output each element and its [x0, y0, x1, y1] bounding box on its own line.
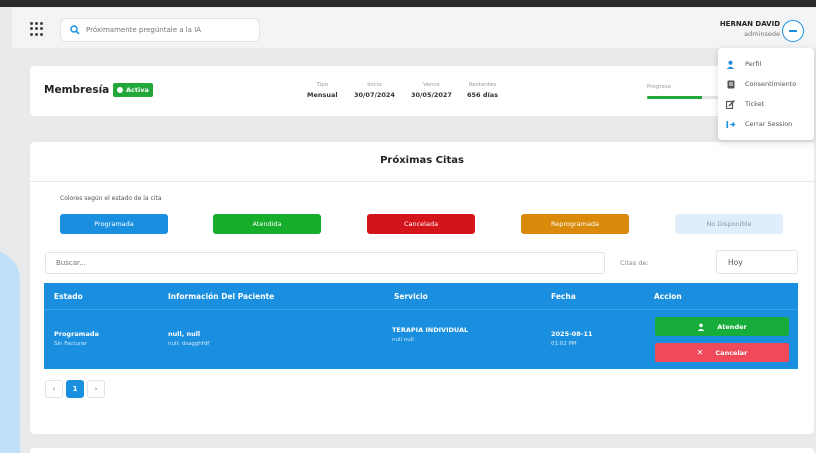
membership-title: Membresía — [44, 84, 110, 96]
ai-search-input[interactable] — [86, 26, 256, 34]
restantes-value: 656 días — [467, 91, 498, 99]
chip-atendida: Atendida — [213, 214, 321, 234]
membership-vence: Vence 30/05/2027 — [411, 82, 452, 99]
minus-icon — [789, 30, 797, 32]
menu-item-perfil[interactable]: Perfil — [718, 54, 814, 74]
col-estado: Estado — [54, 292, 83, 301]
progress-fill — [647, 96, 702, 99]
col-fecha: Fecha — [551, 292, 576, 301]
background-shape — [0, 250, 20, 453]
apps-grid-icon[interactable] — [30, 22, 44, 36]
user-name: HERNAN DAVID — [719, 20, 780, 28]
edit-icon — [726, 99, 735, 109]
tipo-value: Mensual — [307, 91, 338, 99]
user-info[interactable]: HERNAN DAVID adminsede — [720, 20, 780, 38]
chip-reprogramada: Reprogramada — [521, 214, 629, 234]
row-paciente-sub: null: dsagghfdf — [168, 341, 210, 347]
menu-item-label: Cerrar Session — [745, 120, 793, 128]
menu-item-consentimiento[interactable]: Consentimiento — [718, 74, 814, 94]
user-icon — [726, 60, 735, 69]
chip-label: Atendida — [252, 220, 282, 228]
check-icon — [117, 87, 123, 93]
colors-legend-label: Colores según el estado de la cita — [60, 195, 162, 202]
col-servicio: Servicio — [394, 292, 428, 301]
tipo-label: Tipo — [316, 82, 329, 88]
pagination: ‹ 1 › — [45, 380, 105, 398]
row-paciente: null, null — [168, 330, 201, 338]
top-header: HERNAN DAVID adminsede — [12, 8, 816, 48]
document-icon — [726, 80, 735, 89]
bottom-card — [30, 448, 814, 453]
row-servicio-sub: null null — [392, 337, 414, 343]
membership-tipo: Tipo Mensual — [307, 82, 338, 99]
vence-label: Vence — [423, 82, 440, 88]
prev-page-button[interactable]: ‹ — [45, 380, 63, 398]
avatar[interactable] — [782, 20, 804, 42]
cancelar-label: Cancelar — [715, 348, 748, 357]
citas-de-label: Citas de: — [620, 259, 649, 267]
close-icon: ✕ — [696, 348, 704, 357]
col-accion: Accion — [654, 292, 682, 301]
chip-label: Cancelada — [403, 220, 439, 228]
membership-restantes: Restantes 656 días — [467, 82, 498, 99]
menu-item-label: Consentimiento — [745, 80, 797, 88]
chip-label: No Disponible — [706, 220, 752, 228]
menu-item-label: Perfil — [745, 60, 762, 68]
row-estado-sub: Sin Facturar — [54, 341, 87, 347]
search-icon — [70, 25, 80, 35]
row-estado: Programada — [54, 330, 99, 338]
inicio-value: 30/07/2024 — [354, 91, 395, 99]
chip-label: Programada — [94, 220, 134, 228]
top-border — [0, 0, 816, 7]
menu-item-cerrar-session[interactable]: Cerrar Session — [718, 114, 814, 134]
progress-label: Progreso — [647, 84, 671, 90]
date-value: Hoy — [728, 257, 743, 267]
chip-label: Reprogramada — [550, 220, 600, 228]
status-badge-label: Activa — [126, 86, 149, 94]
menu-item-label: Ticket — [745, 100, 765, 108]
membership-inicio: Inicio 30/07/2024 — [354, 82, 395, 99]
chip-cancelada: Cancelada — [367, 214, 475, 234]
table-header: Estado Información Del Paciente Servicio… — [44, 283, 798, 309]
citas-card: Próximas Citas Colores según el estado d… — [30, 142, 814, 434]
filter-search-input[interactable] — [45, 252, 605, 274]
next-page-button[interactable]: › — [87, 380, 105, 398]
date-select[interactable]: Hoy — [716, 250, 798, 274]
logout-icon — [726, 120, 735, 129]
cancelar-button[interactable]: ✕ Cancelar — [655, 343, 789, 362]
restantes-label: Restantes — [468, 82, 497, 88]
row-servicio: TERAPIA INDIVIDUAL — [392, 326, 469, 334]
table-row: Programada Sin Facturar null, null null:… — [44, 309, 798, 369]
vence-value: 30/05/2027 — [411, 91, 452, 99]
citas-table: Estado Información Del Paciente Servicio… — [44, 283, 798, 369]
chip-programada: Programada — [60, 214, 168, 234]
divider — [30, 181, 814, 182]
status-badge: Activa — [113, 83, 153, 97]
inicio-label: Inicio — [367, 82, 382, 88]
ai-search-box[interactable] — [60, 18, 260, 42]
atender-label: Atender — [717, 322, 747, 331]
page-1-button[interactable]: 1 — [66, 380, 84, 398]
citas-title: Próximas Citas — [380, 155, 464, 166]
row-hora: 01:02 PM — [551, 341, 577, 347]
row-fecha: 2025-08-11 — [551, 330, 593, 338]
user-icon — [697, 323, 705, 331]
menu-item-ticket[interactable]: Ticket — [718, 94, 814, 114]
user-dropdown-menu: Perfil Consentimiento Ticket Cerrar Sess… — [718, 48, 814, 140]
membership-card: Membresía Activa Tipo Mensual Inicio 30/… — [30, 66, 814, 116]
chip-no-disponible: No Disponible — [675, 214, 783, 234]
col-paciente: Información Del Paciente — [168, 292, 275, 301]
user-role: adminsede — [744, 30, 780, 38]
atender-button[interactable]: Atender — [655, 317, 789, 336]
